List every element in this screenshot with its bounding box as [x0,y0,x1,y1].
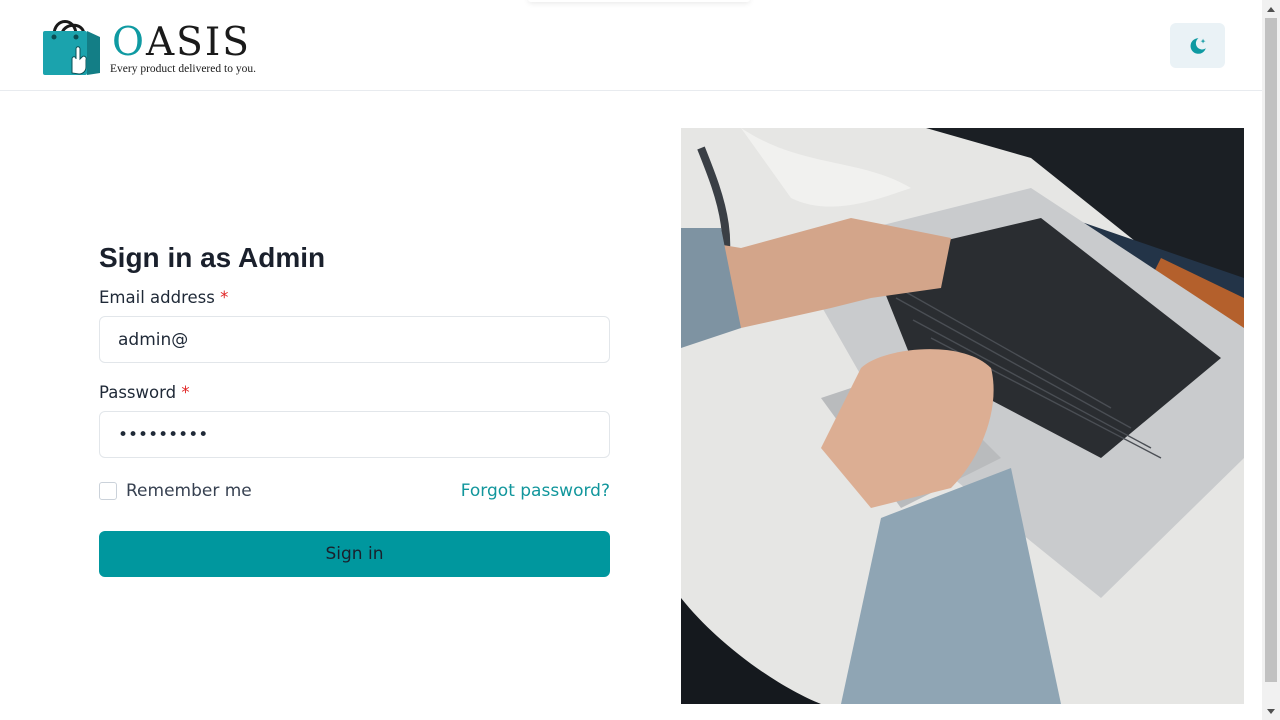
password-label-text: Password [99,383,177,402]
password-label: Password * [99,383,610,402]
password-field[interactable] [99,411,610,458]
page-title: Sign in as Admin [99,242,326,273]
vertical-scrollbar[interactable] [1262,0,1280,720]
moon-star-icon [1190,37,1206,54]
oasis-logo[interactable]: OASIS Every product delivered to you. [42,13,272,79]
hero-image-laptop-typing [681,128,1244,704]
admin-signin-form: Sign in as Admin Email address * Passwor… [99,240,610,577]
scroll-up-arrow-icon[interactable] [1262,1,1280,17]
brand-name: OASIS [112,23,251,62]
brand-tagline: Every product delivered to you. [110,63,256,75]
remember-me[interactable]: Remember me [99,481,252,501]
remember-me-label: Remember me [126,481,252,501]
forgot-password-link[interactable]: Forgot password? [461,481,610,501]
email-label: Email address * [99,288,610,307]
shopping-bag-icon [43,20,100,75]
login-page: OASIS Every product delivered to you. Si… [0,0,1280,720]
sign-in-button[interactable]: Sign in [99,531,610,577]
email-label-text: Email address [99,288,215,307]
remember-me-checkbox[interactable] [99,482,117,500]
email-required-mark: * [220,288,229,307]
scroll-down-arrow-icon[interactable] [1262,703,1280,719]
scrollbar-thumb[interactable] [1265,18,1277,682]
password-required-mark: * [181,383,190,402]
hero-illustration [681,128,1244,704]
email-field[interactable] [99,316,610,363]
top-header: OASIS Every product delivered to you. [0,0,1262,91]
theme-toggle-button[interactable] [1170,23,1225,68]
header-shadow-decoration [528,0,750,2]
brand-name-o: O [112,20,146,65]
form-options-row: Remember me Forgot password? [99,481,610,501]
brand-name-rest: ASIS [145,20,251,65]
